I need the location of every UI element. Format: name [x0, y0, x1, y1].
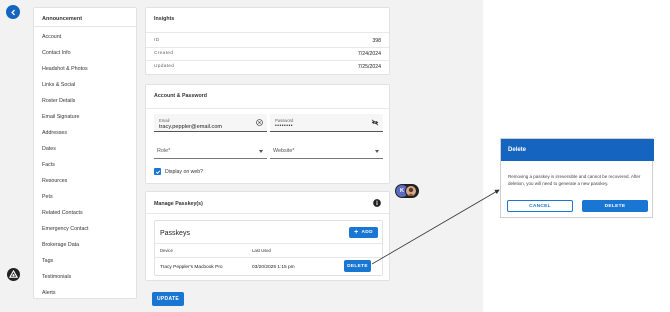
dialog-message: Removing a passkey is irreversible and c… — [508, 174, 650, 187]
confirm-delete-button[interactable]: DELETE — [582, 200, 648, 212]
cancel-button[interactable]: CANCEL — [507, 200, 573, 212]
dialog-title: Delete — [508, 147, 526, 153]
dialog-header: Delete — [501, 139, 654, 161]
delete-dialog: Delete Removing a passkey is irreversibl… — [500, 138, 653, 218]
